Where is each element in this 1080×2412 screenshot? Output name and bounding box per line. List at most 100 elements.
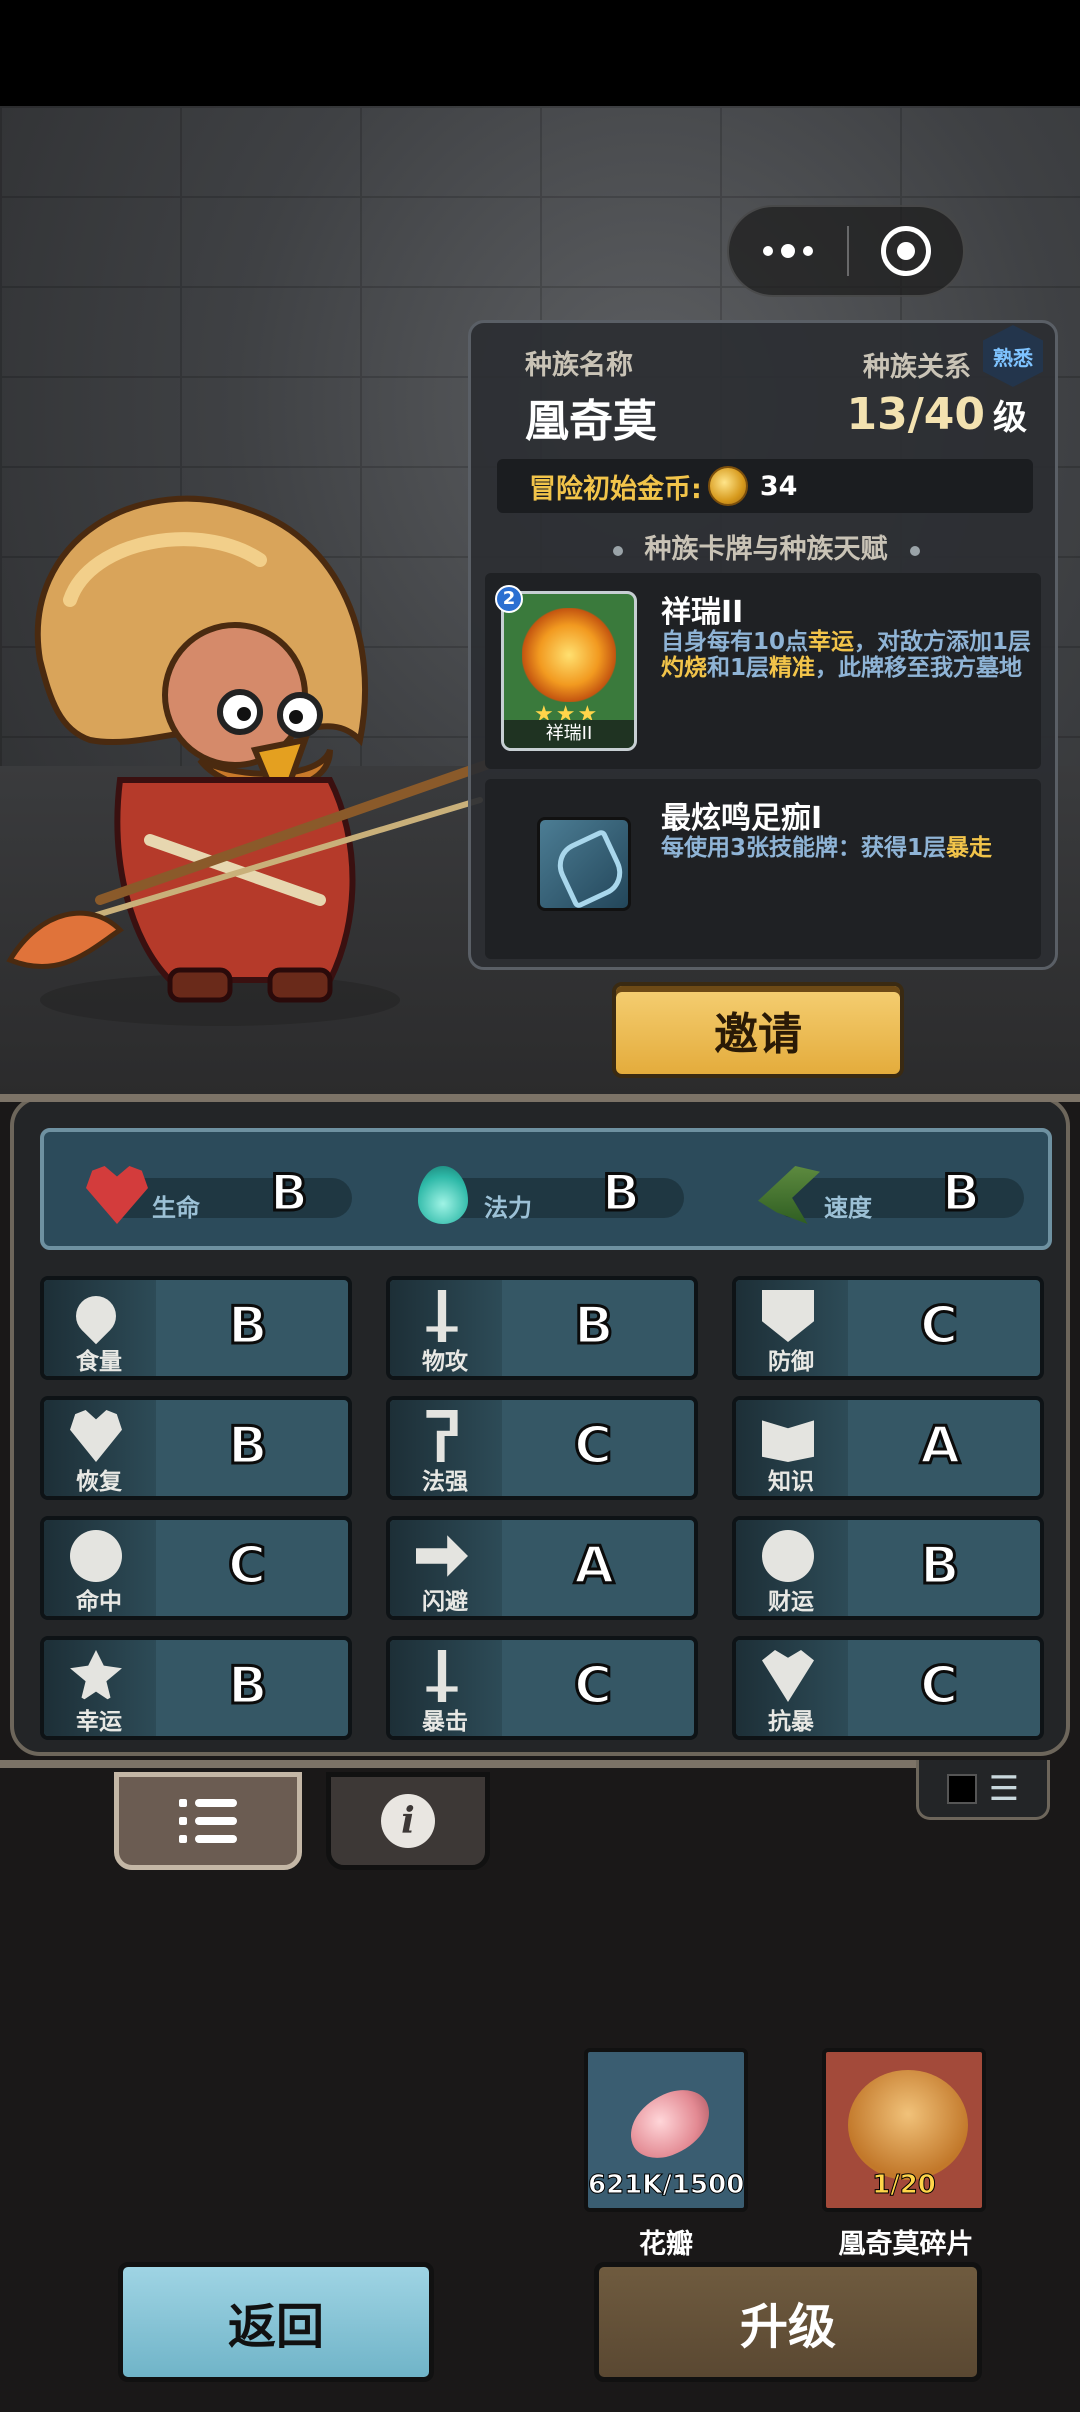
attribute-label: 恢复 [76,1469,122,1495]
stat-grade: B [268,1163,309,1224]
race-relation-label: 种族关系 [863,352,971,383]
filter-checkbox[interactable] [946,1773,977,1804]
attribute-grade: A [572,1535,615,1598]
race-card-description: 自身每有10点幸运，对敌方添加1层灼烧和1层精准，此牌移至我方墓地 [661,629,1032,681]
miniprogram-capsule [727,205,965,297]
attribute-grade: C [572,1655,613,1718]
starting-gold-value: 34 [759,470,798,502]
attribute-grade: C [572,1415,613,1478]
attribute-grade: C [918,1655,959,1718]
mana-flame-icon [418,1166,468,1224]
stat-label: 法力 [484,1194,532,1222]
list-icon [179,1799,237,1843]
attribute-cell[interactable]: 物攻 B [386,1276,698,1380]
attribute-label: 食量 [76,1349,122,1375]
flower-art-icon [522,608,616,702]
stat-hp[interactable]: 生命 B [62,1162,362,1224]
main-stats-bar: 生命 B 法力 B 速度 B [40,1128,1052,1250]
attribute-label: 暴击 [422,1709,468,1735]
stats-panel: 生命 B 法力 B 速度 B 食量 B 物攻 B 防御 C 恢复 B 法强 C 知识 A 命… [10,1096,1070,1756]
race-talent-row[interactable]: 最炫鸣足痂I 每使用3张技能牌：获得1层暴走 [485,779,1041,959]
target-close-icon [881,226,931,276]
race-talent-name: 最炫鸣足痂I [661,801,823,836]
section-title: 种族卡牌与种族天赋 [471,527,1061,566]
card-thumb-label: 祥瑞II [504,720,634,748]
target-icon [70,1530,122,1582]
gold-coin-icon [707,466,748,506]
starting-gold-row: 冒险初始金币: 34 [497,459,1033,513]
stat-grade: B [600,1163,641,1224]
card-cost-badge: 2 [495,585,523,613]
attribute-label: 法强 [422,1469,468,1495]
race-card-row[interactable]: ★★★ 祥瑞II 2 祥瑞II 自身每有10点幸运，对敌方添加1层灼烧和1层精准… [485,573,1041,769]
attribute-grade: B [573,1295,616,1358]
talent-relic-icon[interactable] [537,817,631,911]
race-card-thumbnail[interactable]: ★★★ 祥瑞II [501,591,637,751]
item-label: 凰奇莫碎片 [838,2229,974,2260]
attribute-grade: B [919,1535,962,1598]
attribute-label: 物攻 [422,1349,468,1375]
attribute-cell[interactable]: 命中 C [40,1516,352,1620]
hero-character-image [6,495,505,1026]
filter-search-icon[interactable]: ☰ [989,1769,1019,1809]
attribute-cell[interactable]: 暴击 C [386,1636,698,1740]
attribute-cell[interactable]: 法强 C [386,1396,698,1500]
hero-portrait-icon [848,2070,968,2180]
close-miniprogram-button[interactable] [849,226,963,276]
attribute-label: 抗暴 [768,1709,814,1735]
more-menu-button[interactable] [729,207,847,295]
attribute-grade: B [227,1655,270,1718]
race-card-name: 祥瑞II [661,595,744,630]
item-petal[interactable]: 621K/1500 [584,2048,748,2212]
invite-button[interactable]: 邀请 [612,982,904,1078]
stat-label: 速度 [824,1194,872,1222]
attribute-cell[interactable]: 食量 B [40,1276,352,1380]
attribute-cell[interactable]: 知识 A [732,1396,1044,1500]
attribute-label: 闪避 [422,1589,468,1615]
stat-label: 生命 [152,1194,200,1222]
attribute-grade: B [227,1415,270,1478]
stat-mana[interactable]: 法力 B [394,1162,694,1224]
attribute-grade: B [227,1295,270,1358]
attribute-label: 知识 [768,1469,814,1495]
item-count: 1/20 [872,2170,937,2201]
race-name-label: 种族名称 [525,350,633,381]
status-bar [0,0,1080,106]
attribute-label: 防御 [768,1349,814,1375]
tab-attributes[interactable] [114,1772,302,1870]
attribute-cell[interactable]: 抗暴 C [732,1636,1044,1740]
attribute-cell[interactable]: 恢复 B [40,1396,352,1500]
filter-search-control[interactable]: ☰ [916,1760,1050,1820]
attribute-label: 命中 [76,1589,122,1615]
panel-bottom-ornament [0,1760,916,1768]
item-count: 621K/1500 [588,2170,745,2201]
panel-top-ornament [0,1094,1080,1102]
starting-gold-label: 冒险初始金币: [529,473,702,505]
tab-info[interactable]: i [326,1772,490,1870]
stat-speed[interactable]: 速度 B [734,1162,1034,1224]
upgrade-button[interactable]: 升级 [594,2262,982,2382]
attribute-grade: A [918,1415,961,1478]
coin-icon [762,1530,814,1582]
race-level-unit: 级 [993,398,1027,438]
relation-badge: 熟悉 [983,325,1043,387]
petal-icon [620,2081,720,2167]
attribute-cell[interactable]: 财运 B [732,1516,1044,1620]
race-info-panel: 种族名称 种族关系 熟悉 凰奇莫 13/40 级 冒险初始金币: 34 种族卡牌与… [468,320,1058,970]
info-icon: i [381,1794,435,1848]
attribute-grade: C [226,1535,267,1598]
race-name: 凰奇莫 [525,396,657,447]
race-level: 13/40 级 [846,389,1027,440]
attribute-cell[interactable]: 防御 C [732,1276,1044,1380]
attribute-cell[interactable]: 幸运 B [40,1636,352,1740]
relation-value: 熟悉 [993,345,1033,370]
back-button[interactable]: 返回 [118,2262,434,2382]
race-talent-description: 每使用3张技能牌：获得1层暴走 [661,835,993,861]
attribute-label: 财运 [768,1589,814,1615]
attribute-label: 幸运 [76,1709,122,1735]
item-hero-shard[interactable]: 1/20 [822,2048,986,2212]
attribute-cell[interactable]: 闪避 A [386,1516,698,1620]
attribute-grade: C [918,1295,959,1358]
item-label: 花瓣 [639,2229,693,2260]
race-level-value: 13/40 [846,389,985,440]
